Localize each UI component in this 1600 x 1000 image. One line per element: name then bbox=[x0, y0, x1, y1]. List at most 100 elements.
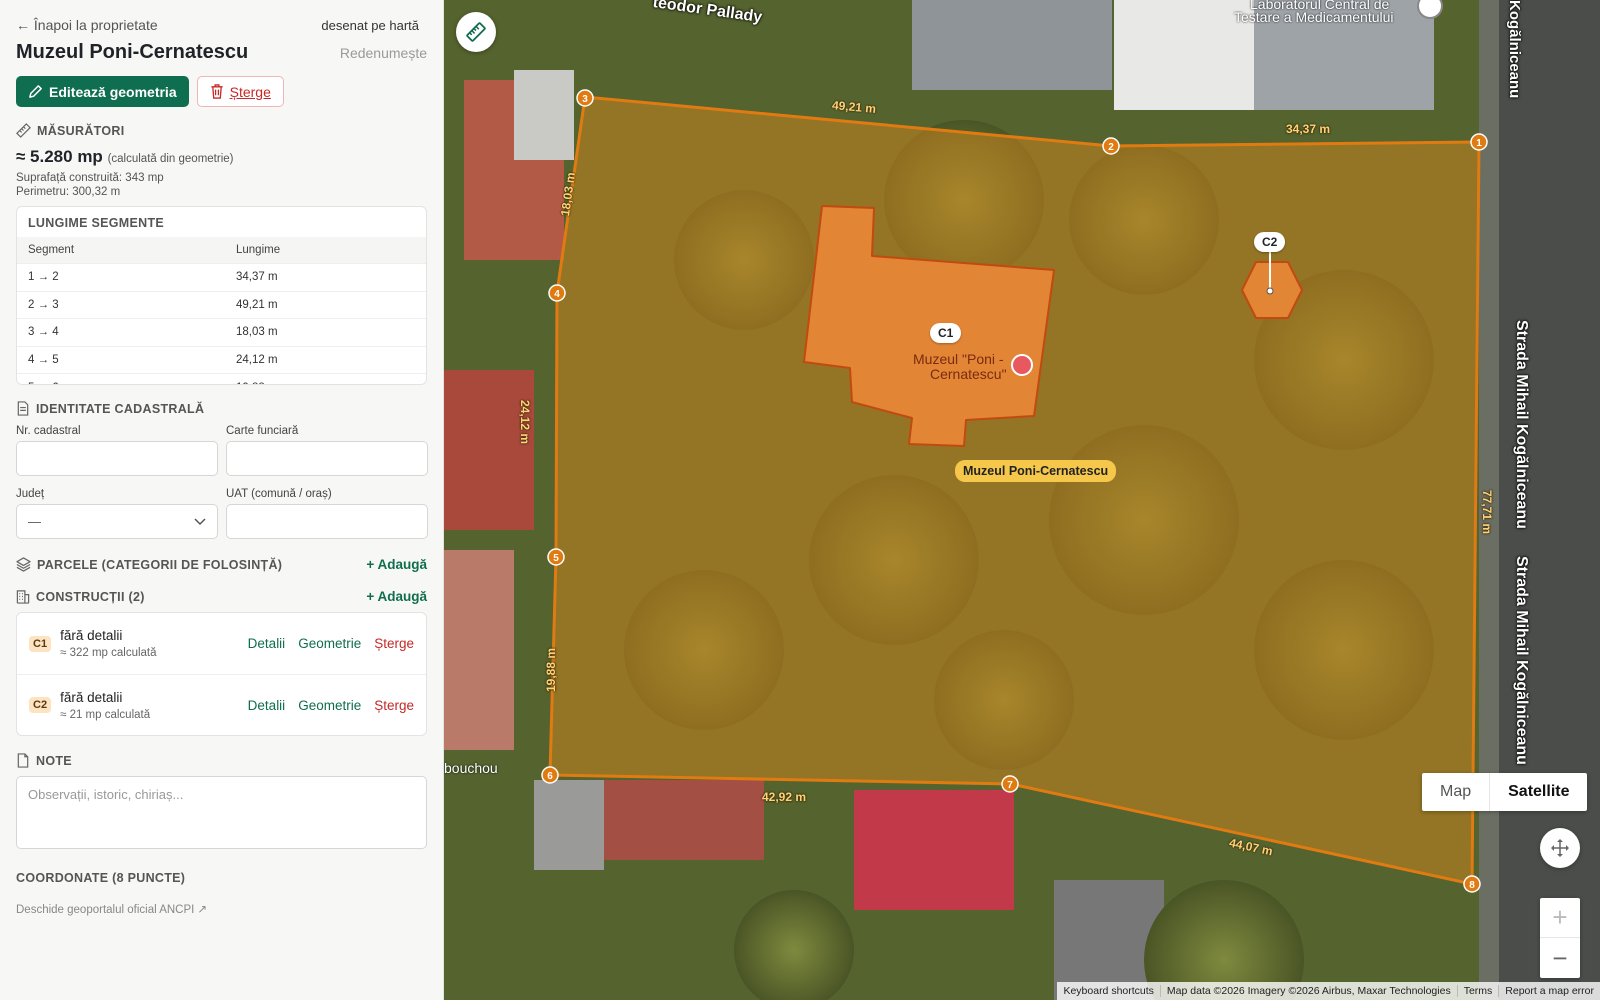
vertex-7[interactable]: 7 bbox=[1001, 775, 1019, 793]
segment-table: Segment Lungime 1 → 2 34,37 m 2 → 3 49,21 … bbox=[17, 237, 426, 384]
segment-lengths-card[interactable]: LUNGIME SEGMENTE Segment Lungime 1 → 2 34… bbox=[16, 206, 427, 385]
col-segment: Segment bbox=[17, 237, 225, 264]
museum-poi-icon[interactable] bbox=[1011, 354, 1033, 376]
satellite-imagery: 1 2 3 4 5 6 7 8 bbox=[444, 0, 1600, 1000]
roof-bottom-grey bbox=[534, 780, 604, 870]
built-area: Suprafață construită: 343 mp bbox=[16, 172, 164, 184]
poi-label-line1: Muzeul "Poni - bbox=[913, 351, 1004, 367]
measure-tool-button[interactable] bbox=[456, 12, 496, 52]
uat-input[interactable] bbox=[226, 504, 428, 539]
building-icon bbox=[16, 590, 30, 604]
street-label-right-1: Strada Mihail Kogălniceanu bbox=[1513, 320, 1530, 529]
vertex-3[interactable]: 3 bbox=[576, 89, 594, 107]
notes-textarea[interactable]: Observații, istoric, chiriaș... bbox=[16, 776, 427, 849]
vertex-4[interactable]: 4 bbox=[548, 284, 566, 302]
construction-area: ≈ 322 mp calculată bbox=[60, 647, 157, 659]
fullscreen-icon bbox=[1551, 839, 1569, 857]
vertex-5[interactable]: 5 bbox=[547, 548, 565, 566]
construction-label-c1[interactable]: C1 bbox=[930, 323, 962, 343]
table-row: 4 → 5 24,12 m bbox=[17, 345, 426, 374]
c2-centroid bbox=[1266, 287, 1274, 295]
map-attribution: Keyboard shortcuts Map data ©2026 Imager… bbox=[1057, 982, 1600, 1000]
table-row: 3 → 4 18,03 m bbox=[17, 318, 426, 346]
note-icon bbox=[17, 753, 29, 768]
segment-length-6-7: 42,92 m bbox=[762, 790, 807, 804]
details-button[interactable]: Detalii bbox=[248, 698, 286, 713]
zoom-control: + − bbox=[1540, 898, 1580, 978]
back-to-property-link[interactable]: ← Înapoi la proprietate bbox=[16, 17, 158, 33]
poi-label-line2: Cernatescu" bbox=[930, 366, 1007, 382]
carte-funciara-input[interactable] bbox=[226, 441, 428, 476]
construction-badge: C1 bbox=[29, 635, 52, 652]
bouchou-label: bouchou bbox=[444, 760, 498, 776]
measurements-heading: MĂSURĂTORI bbox=[16, 123, 427, 138]
svg-text:7: 7 bbox=[1007, 780, 1013, 791]
cadastral-heading: IDENTITATE CADASTRALĂ bbox=[16, 401, 427, 416]
segment-length-4-5: 24,12 m bbox=[518, 400, 532, 445]
delete-button[interactable]: Șterge bbox=[196, 76, 284, 107]
drawn-on-map-badge: desenat pe hartă bbox=[321, 17, 419, 33]
vertex-6[interactable]: 6 bbox=[541, 766, 559, 784]
segment-length-1-2: 34,37 m bbox=[1286, 122, 1331, 136]
delete-construction-button[interactable]: Șterge bbox=[374, 698, 414, 713]
coordinates-heading[interactable]: COORDONATE (8 PUNCTE) bbox=[16, 871, 427, 885]
svg-text:2: 2 bbox=[1108, 142, 1114, 153]
details-button[interactable]: Detalii bbox=[248, 636, 286, 651]
construction-area: ≈ 21 mp calculată bbox=[60, 708, 151, 721]
property-polygon[interactable] bbox=[548, 95, 1481, 886]
table-row: 2 → 3 49,21 m bbox=[17, 290, 426, 319]
ruler-icon bbox=[16, 123, 31, 138]
svg-text:1: 1 bbox=[1476, 138, 1482, 149]
nr-cadastral-input[interactable] bbox=[16, 441, 218, 476]
document-icon bbox=[17, 401, 29, 416]
map-type-satellite[interactable]: Satellite bbox=[1490, 773, 1587, 811]
zoom-out-button[interactable]: − bbox=[1540, 938, 1580, 978]
vertex-1[interactable]: 1 bbox=[1470, 133, 1488, 151]
vertex-8[interactable]: 8 bbox=[1463, 875, 1481, 893]
property-label[interactable]: Muzeul Poni-Cernatescu bbox=[955, 460, 1117, 482]
map-view[interactable]: 1 2 3 4 5 6 7 8 teodor Pallady Laborator… bbox=[444, 0, 1600, 1000]
edit-geometry-button[interactable]: Editează geometria bbox=[16, 76, 189, 107]
page-title: Muzeul Poni-Cernatescu bbox=[16, 41, 249, 63]
roof-top-white bbox=[1114, 0, 1254, 110]
perimeter: Perimetru: 300,32 m bbox=[16, 186, 121, 198]
vertex-2[interactable]: 2 bbox=[1102, 137, 1120, 155]
keyboard-shortcuts-link[interactable]: Keyboard shortcuts bbox=[1057, 985, 1159, 997]
area-value: ≈ 5.280 mp (calculată din geometrie) bbox=[16, 147, 234, 166]
chevron-down-icon bbox=[194, 517, 206, 525]
add-construction-button[interactable]: + Adaugă bbox=[366, 589, 427, 604]
location-pin-icon[interactable] bbox=[1417, 0, 1443, 19]
construction-badge: C2 bbox=[29, 697, 52, 713]
parcels-heading: PARCELE (CATEGORII DE FOLOSINȚĂ) bbox=[16, 557, 282, 572]
svg-text:5: 5 bbox=[553, 553, 559, 564]
construction-label-c2[interactable]: C2 bbox=[1254, 232, 1286, 252]
geometry-button[interactable]: Geometrie bbox=[298, 636, 361, 651]
roof-left-mid bbox=[444, 370, 534, 530]
add-parcel-button[interactable]: + Adaugă bbox=[366, 557, 427, 572]
segment-lengths-heading: LUNGIME SEGMENTE bbox=[28, 216, 165, 230]
edit-geometry-label: Editează geometria bbox=[49, 83, 177, 100]
fullscreen-button[interactable] bbox=[1540, 828, 1580, 868]
pencil-icon bbox=[29, 85, 42, 98]
roof-top-left-2 bbox=[514, 70, 574, 160]
lab-label-line2: Testare a Medicamentului bbox=[1234, 9, 1394, 25]
ancpi-link[interactable]: Deschide geoportalul oficial ANCPI ↗ bbox=[16, 902, 427, 916]
rename-button[interactable]: Redenumește bbox=[340, 45, 427, 61]
report-error-link[interactable]: Report a map error bbox=[1498, 985, 1600, 997]
construction-name: fără detalii bbox=[60, 689, 123, 705]
judet-select[interactable]: — bbox=[16, 504, 218, 539]
map-type-map[interactable]: Map bbox=[1422, 773, 1491, 811]
geometry-button[interactable]: Geometrie bbox=[298, 698, 361, 713]
layers-icon bbox=[16, 557, 31, 572]
construction-name: fără detalii bbox=[60, 628, 123, 643]
judet-value: — bbox=[28, 514, 41, 529]
area-note: (calculată din geometrie) bbox=[107, 153, 234, 165]
svg-text:8: 8 bbox=[1469, 880, 1475, 891]
segment-length-8-1: 77,71 m bbox=[1480, 490, 1494, 535]
svg-text:6: 6 bbox=[547, 771, 553, 782]
terms-link[interactable]: Terms bbox=[1456, 985, 1499, 997]
judet-label: Județ bbox=[16, 488, 45, 500]
zoom-in-button[interactable]: + bbox=[1540, 898, 1580, 938]
delete-construction-button[interactable]: Șterge bbox=[374, 636, 414, 651]
map-type-toggle: Map Satellite bbox=[1422, 773, 1588, 811]
